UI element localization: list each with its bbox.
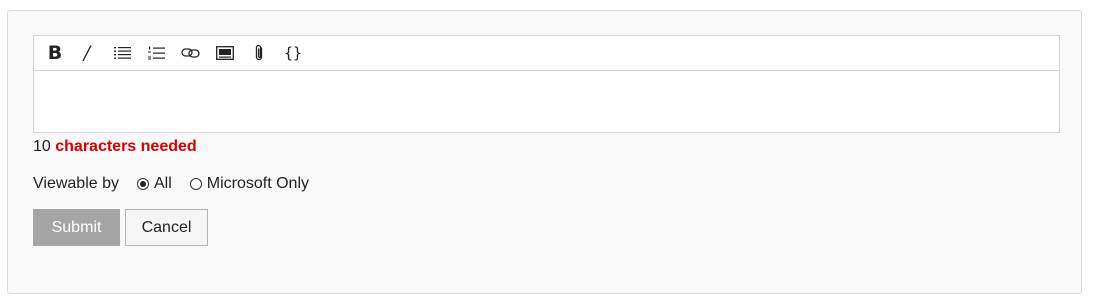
visibility-selector: Viewable by All Microsoft Only: [33, 175, 327, 193]
bold-icon: B: [47, 42, 63, 64]
bulleted-list-button[interactable]: [106, 39, 140, 67]
numbered-list-icon: [148, 46, 166, 60]
rich-text-editor: B / {}: [33, 35, 1060, 133]
link-button[interactable]: [174, 39, 208, 67]
attachment-icon: [253, 44, 265, 62]
radio-all[interactable]: All: [136, 175, 172, 193]
radio-microsoft-only-label: Microsoft Only: [206, 175, 310, 192]
image-button[interactable]: [208, 39, 242, 67]
submit-button[interactable]: Submit: [33, 209, 120, 246]
code-button[interactable]: {}: [276, 39, 310, 67]
bold-button[interactable]: B: [44, 39, 66, 67]
radio-all-label: All: [153, 175, 172, 192]
link-icon: [181, 46, 201, 60]
code-icon: {}: [283, 44, 303, 62]
characters-needed-message: characters needed: [55, 138, 197, 155]
comment-form-panel: B / {} 10 characters needed Viewable by …: [7, 10, 1082, 294]
form-actions: Submit Cancel: [33, 209, 208, 246]
viewable-by-label: Viewable by: [33, 175, 119, 192]
bulleted-list-icon: [114, 46, 132, 60]
italic-button[interactable]: /: [76, 39, 98, 67]
attachment-button[interactable]: [242, 39, 276, 67]
italic-icon: /: [83, 42, 91, 64]
radio-microsoft-only-circle[interactable]: [189, 178, 202, 190]
comment-textarea[interactable]: [34, 71, 1059, 132]
character-count: 10: [33, 138, 51, 155]
numbered-list-button[interactable]: [140, 39, 174, 67]
character-counter: 10 characters needed: [33, 138, 197, 156]
image-icon: [216, 46, 234, 60]
radio-microsoft-only[interactable]: Microsoft Only: [189, 175, 310, 193]
editor-toolbar: B / {}: [34, 36, 1059, 71]
radio-all-circle[interactable]: [136, 178, 149, 190]
cancel-button[interactable]: Cancel: [125, 209, 208, 246]
